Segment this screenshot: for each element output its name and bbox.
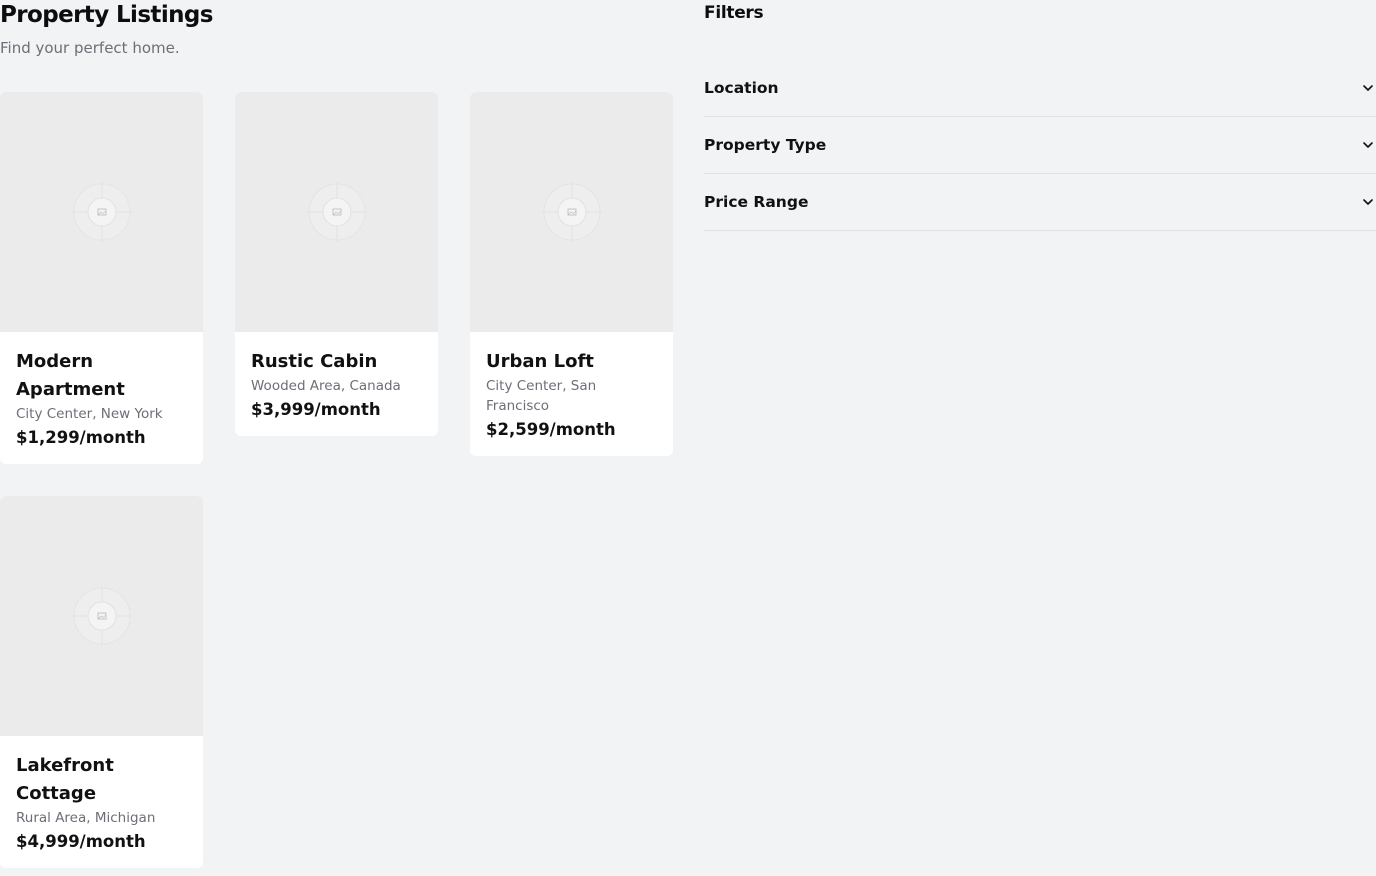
listing-location: City Center, San Francisco [486,378,597,414]
listing-title: Urban Loft [486,351,594,372]
listing-card[interactable]: Lakefront Cottage Rural Area, Michigan $… [0,496,203,868]
listing-body: Lakefront Cottage Rural Area, Michigan $… [0,736,203,868]
filter-property-type[interactable]: Property Type [704,117,1376,174]
listing-card[interactable]: Rustic Cabin Wooded Area, Canada $3,999/… [235,92,438,436]
page-title: Property Listings [0,2,213,28]
filter-list: Location Property Type Price Range [704,60,1376,231]
page-subtitle: Find your perfect home. [0,39,180,57]
filter-location[interactable]: Location [704,60,1376,117]
listing-card[interactable]: Modern Apartment City Center, New York $… [0,92,203,464]
filter-label: Price Range [704,193,809,211]
listing-location: City Center, New York [16,406,163,422]
listing-price: $4,999/month [16,832,146,851]
listing-body: Rustic Cabin Wooded Area, Canada $3,999/… [235,332,438,436]
listing-location: Rural Area, Michigan [16,810,156,826]
listing-image [0,92,203,332]
filter-label: Location [704,79,779,97]
image-placeholder-icon [306,182,367,242]
filter-label: Property Type [704,136,827,154]
listing-card[interactable]: Urban Loft City Center, San Francisco $2… [470,92,673,456]
listing-body: Urban Loft City Center, San Francisco $2… [470,332,673,456]
page: Property Listings Find your perfect home… [0,0,1376,876]
chevron-down-icon [1363,199,1373,205]
listing-price: $1,299/month [16,428,146,447]
listing-title: Modern Apartment [16,351,125,400]
image-placeholder-icon [71,586,132,646]
listing-image [470,92,673,332]
listing-price: $2,599/month [486,420,616,439]
listing-price: $3,999/month [251,400,381,419]
listing-grid: Modern Apartment City Center, New York $… [0,92,673,868]
filter-price-range[interactable]: Price Range [704,174,1376,231]
chevron-down-icon [1363,142,1373,148]
listing-location: Wooded Area, Canada [251,378,401,394]
listing-title: Lakefront Cottage [16,755,114,804]
image-placeholder-icon [541,182,602,242]
filters-title: Filters [704,3,764,23]
listing-title: Rustic Cabin [251,351,378,372]
listing-body: Modern Apartment City Center, New York $… [0,332,203,464]
listing-image [0,496,203,736]
image-placeholder-icon [71,182,132,242]
listing-image [235,92,438,332]
chevron-down-icon [1363,85,1373,91]
